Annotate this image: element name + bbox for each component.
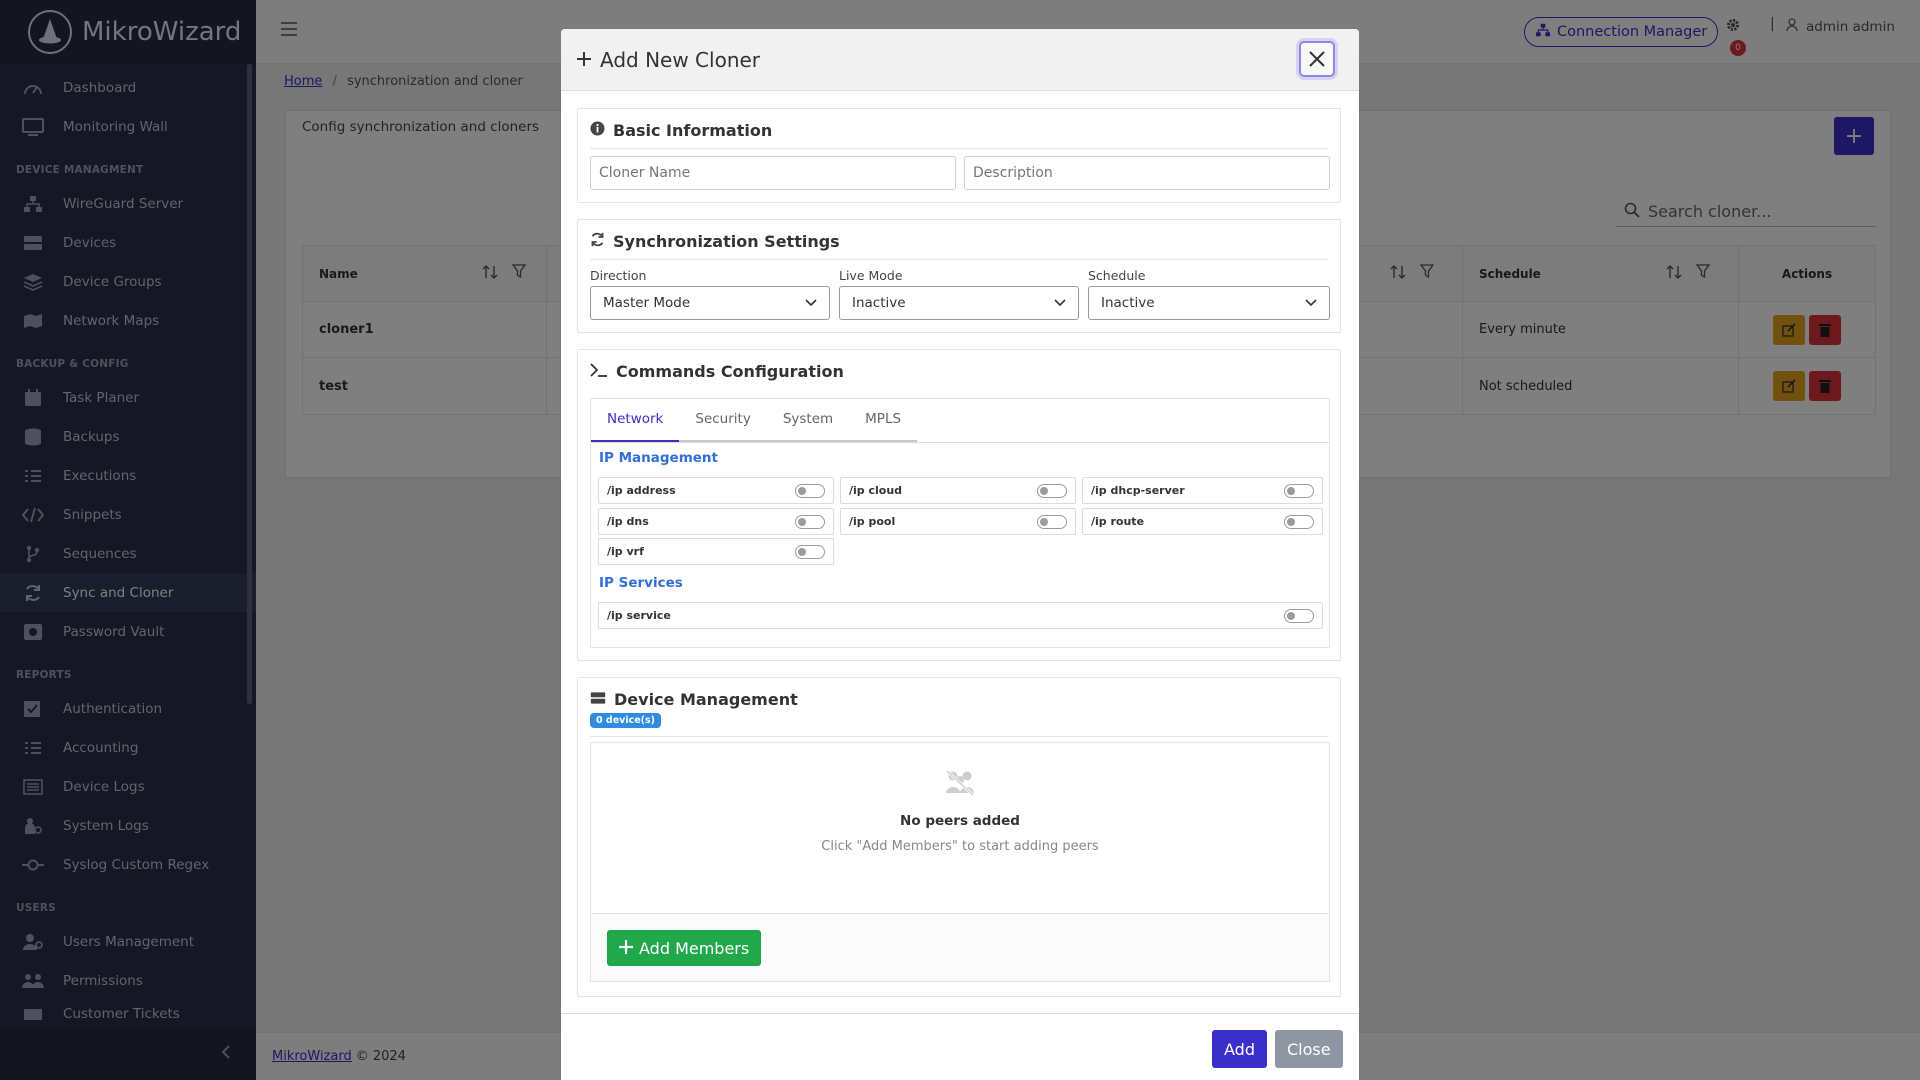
section-divider <box>590 148 1328 149</box>
command-ip-address[interactable]: /ip address <box>598 477 834 504</box>
server-icon <box>590 690 606 709</box>
section-title: Basic Information <box>578 109 1340 140</box>
section-title-label: Commands Configuration <box>616 362 844 381</box>
section-title-label: Basic Information <box>613 121 773 140</box>
section-title: Device Management <box>578 678 1340 709</box>
command-ip-vrf[interactable]: /ip vrf <box>598 538 834 565</box>
direction-value: Master Mode <box>603 295 691 311</box>
command-label: /ip pool <box>849 515 896 528</box>
schedule-value: Inactive <box>1101 295 1155 311</box>
command-tabs-panel: Network Security System MPLS IP Manageme… <box>590 398 1330 648</box>
modal-footer: Add Close <box>561 1013 1359 1080</box>
command-label: /ip dhcp-server <box>1091 484 1185 497</box>
close-button[interactable]: Close <box>1275 1030 1343 1068</box>
chevron-down-icon <box>1054 295 1066 311</box>
chevron-down-icon <box>1305 295 1317 311</box>
schedule-select[interactable]: Inactive <box>1088 286 1330 320</box>
plus-icon <box>576 48 592 72</box>
command-label: /ip address <box>607 484 676 497</box>
tab-security[interactable]: Security <box>679 398 767 442</box>
command-ip-cloud[interactable]: /ip cloud <box>840 477 1076 504</box>
device-management-section: Device Management 0 device(s) No peers a… <box>577 677 1341 997</box>
add-members-button[interactable]: Add Members <box>607 930 762 966</box>
add-members-label: Add Members <box>639 938 750 958</box>
tab-network[interactable]: Network <box>591 398 680 442</box>
tab-mpls[interactable]: MPLS <box>849 398 918 442</box>
commands-configuration-section: Commands Configuration Network Security … <box>577 349 1341 661</box>
command-label: /ip route <box>1091 515 1145 528</box>
command-ip-service[interactable]: /ip service <box>598 602 1323 629</box>
section-divider <box>590 736 1328 737</box>
command-label: /ip vrf <box>607 545 644 558</box>
toggle-switch[interactable] <box>1284 483 1314 498</box>
toggle-switch[interactable] <box>1037 483 1067 498</box>
command-tabs: Network Security System MPLS <box>591 399 1329 443</box>
command-label: /ip cloud <box>849 484 903 497</box>
sync-icon <box>590 232 605 251</box>
tab-system[interactable]: System <box>766 398 850 442</box>
modal-title: Add New Cloner <box>600 47 761 72</box>
device-count-badge: 0 device(s) <box>590 713 662 728</box>
modal-header: Add New Cloner <box>561 29 1359 91</box>
group-ip-management: IP Management <box>599 450 718 466</box>
live-mode-value: Inactive <box>852 295 906 311</box>
section-title-label: Device Management <box>614 690 798 709</box>
plus-icon <box>619 939 633 958</box>
add-button[interactable]: Add <box>1212 1030 1267 1068</box>
direction-select[interactable]: Master Mode <box>590 286 830 320</box>
add-cloner-modal: Add New Cloner Basic Information Synchro… <box>561 29 1359 1080</box>
section-divider <box>590 259 1328 260</box>
close-icon <box>1309 51 1325 67</box>
live-mode-label: Live Mode <box>839 268 903 283</box>
group-ip-services: IP Services <box>599 575 683 591</box>
command-ip-dns[interactable]: /ip dns <box>598 508 834 535</box>
section-title: Synchronization Settings <box>578 220 1340 251</box>
toggle-switch[interactable] <box>795 544 825 559</box>
description-input[interactable] <box>964 156 1330 190</box>
peers-empty-state: No peers added Click "Add Members" to st… <box>591 743 1329 913</box>
command-label: /ip service <box>607 609 671 622</box>
terminal-icon <box>590 362 608 381</box>
peers-panel: No peers added Click "Add Members" to st… <box>590 742 1330 982</box>
toggle-switch[interactable] <box>795 483 825 498</box>
empty-hint: Click "Add Members" to start adding peer… <box>821 839 1099 854</box>
direction-label: Direction <box>590 268 647 283</box>
command-ip-pool[interactable]: /ip pool <box>840 508 1076 535</box>
empty-title: No peers added <box>900 813 1020 829</box>
toggle-switch[interactable] <box>795 514 825 529</box>
live-mode-select[interactable]: Inactive <box>839 286 1079 320</box>
section-title: Commands Configuration <box>578 350 1340 381</box>
toggle-switch[interactable] <box>1284 514 1314 529</box>
cloner-name-input[interactable] <box>590 156 956 190</box>
section-title-label: Synchronization Settings <box>613 232 840 251</box>
info-icon <box>590 121 605 140</box>
peers-footer: Add Members <box>591 913 1329 981</box>
command-ip-route[interactable]: /ip route <box>1082 508 1323 535</box>
command-ip-dhcp-server[interactable]: /ip dhcp-server <box>1082 477 1323 504</box>
basic-information-section: Basic Information <box>577 108 1341 203</box>
command-label: /ip dns <box>607 515 649 528</box>
synchronization-settings-section: Synchronization Settings Direction Maste… <box>577 219 1341 333</box>
users-slash-icon <box>943 769 977 801</box>
toggle-switch[interactable] <box>1284 608 1314 623</box>
chevron-down-icon <box>805 295 817 311</box>
device-count-wrap: 0 device(s) <box>578 709 1340 728</box>
modal-close-button[interactable] <box>1299 41 1335 77</box>
toggle-switch[interactable] <box>1037 514 1067 529</box>
schedule-label: Schedule <box>1088 268 1146 283</box>
